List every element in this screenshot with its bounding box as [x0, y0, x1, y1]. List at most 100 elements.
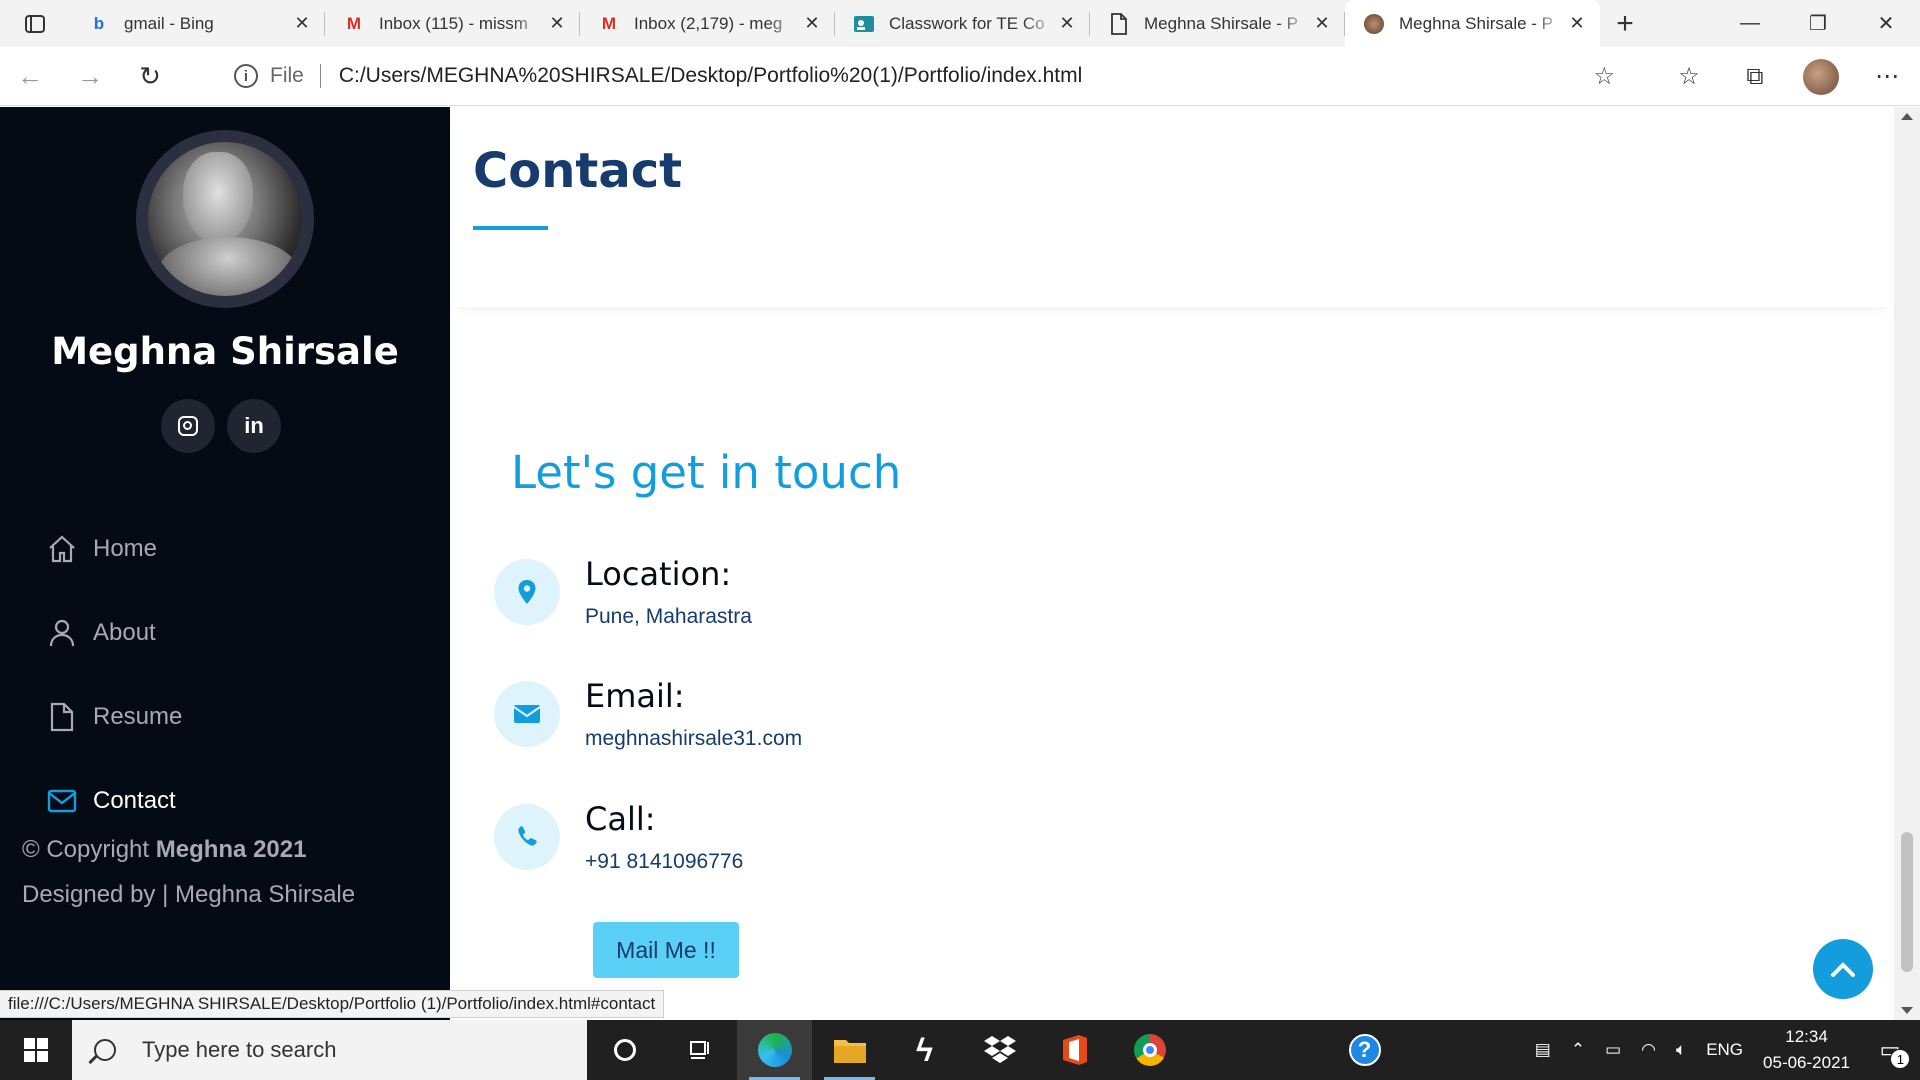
bolt-icon: ϟ [916, 1031, 933, 1068]
notification-center[interactable]: ▭ 1 [1860, 1037, 1920, 1069]
tab-portfolio-doc[interactable]: Meghna Shirsale - P ✕ [1090, 0, 1345, 47]
task-view-button[interactable] [662, 1020, 737, 1080]
sidebar-nav: Home About Resume Contact [47, 507, 182, 843]
refresh-button[interactable]: ↻ [120, 47, 180, 106]
taskbar-dropbox[interactable] [962, 1020, 1037, 1080]
volume-icon[interactable]: 🔈︎ [1666, 1040, 1696, 1060]
nav-item-home[interactable]: Home [47, 507, 182, 591]
email-value[interactable]: meghnashirsale31.com [585, 727, 802, 751]
mail-icon [494, 681, 560, 747]
nav-item-about[interactable]: About [47, 591, 182, 675]
section-title: Contact [473, 143, 683, 199]
designed-by: Designed by | Meghna Shirsale [22, 881, 356, 908]
close-window-button[interactable]: ✕ [1852, 0, 1920, 47]
notification-count: 1 [1890, 1049, 1911, 1069]
email-label: Email: [585, 677, 685, 715]
scroll-down-icon[interactable] [1901, 1007, 1913, 1014]
profile-photo [136, 130, 314, 308]
tab-actions-button[interactable] [0, 0, 70, 47]
taskbar-app-bolt[interactable]: ϟ [887, 1020, 962, 1080]
taskbar-help[interactable]: ? [1327, 1020, 1402, 1080]
close-icon[interactable]: ✕ [801, 13, 823, 34]
wifi-icon[interactable]: ◠ [1631, 1040, 1666, 1060]
tab-portfolio-active[interactable]: Meghna Shirsale - P ✕ [1345, 0, 1600, 47]
document-icon [1108, 12, 1130, 35]
tab-title: Meghna Shirsale - P [1399, 13, 1554, 33]
restore-button[interactable]: ❐ [1784, 0, 1852, 47]
news-icon[interactable]: ▤ [1525, 1040, 1561, 1060]
nav-item-resume[interactable]: Resume [47, 675, 182, 759]
scroll-thumb[interactable] [1901, 832, 1913, 972]
info-icon[interactable]: i [234, 64, 258, 88]
nav-label: About [93, 619, 156, 646]
envelope-icon [47, 786, 77, 816]
linkedin-icon: in [244, 413, 264, 438]
close-icon[interactable]: ✕ [1056, 13, 1078, 34]
close-icon[interactable]: ✕ [1311, 13, 1333, 34]
taskbar-file-explorer[interactable] [812, 1020, 887, 1080]
tab-classroom[interactable]: Classwork for TE Co ✕ [835, 0, 1090, 47]
window-controls: — ❐ ✕ [1716, 0, 1920, 47]
title-underline [473, 226, 548, 230]
user-icon [47, 618, 77, 648]
system-tray: ▤ ⌃ ▭ ◠ 🔈︎ ENG 12:34 05-06-2021 ▭ 1 [1525, 1020, 1920, 1080]
chevron-up-icon [1831, 962, 1855, 977]
bing-icon: b [93, 13, 105, 33]
favorites-icon[interactable]: ☆ [1656, 62, 1722, 91]
taskbar: Type here to search ϟ ? ▤ ⌃ ▭ ◠ 🔈︎ ENG 1… [0, 1020, 1920, 1080]
page-scrollbar[interactable] [1894, 107, 1920, 1020]
battery-icon[interactable]: ▭ [1595, 1040, 1631, 1060]
scroll-up-icon[interactable] [1901, 113, 1913, 120]
instagram-link[interactable] [161, 399, 215, 453]
profile-name: Meghna Shirsale [51, 330, 399, 373]
tab-gmail-2[interactable]: M Inbox (2,179) - meg ✕ [580, 0, 835, 47]
contact-header: Contact [450, 107, 1894, 307]
office-icon [1062, 1035, 1087, 1065]
add-favorite-icon[interactable]: ☆ [1593, 62, 1615, 91]
taskbar-edge[interactable] [737, 1020, 812, 1080]
clock-time: 12:34 [1785, 1027, 1828, 1046]
scheme-label: File [270, 64, 304, 87]
address-bar[interactable]: i File C:/Users/MEGHNA%20SHIRSALE/Deskto… [216, 54, 1631, 98]
close-icon[interactable]: ✕ [291, 13, 313, 34]
divider [319, 64, 321, 88]
cortana-button[interactable] [587, 1020, 662, 1080]
tab-gmail-1[interactable]: M Inbox (115) - missm ✕ [325, 0, 580, 47]
chrome-icon [1133, 1034, 1166, 1066]
new-tab-button[interactable]: + [1600, 0, 1650, 47]
url-text[interactable]: C:/Users/MEGHNA%20SHIRSALE/Desktop/Portf… [339, 64, 1082, 88]
tab-title: Classwork for TE Co [889, 13, 1045, 33]
linkedin-link[interactable]: in [227, 399, 281, 453]
close-icon[interactable]: ✕ [1566, 13, 1588, 34]
clock[interactable]: 12:34 05-06-2021 [1753, 1024, 1860, 1076]
tab-strip: b gmail - Bing ✕ M Inbox (115) - missm ✕… [0, 0, 1920, 47]
mail-me-button[interactable]: Mail Me !! [593, 922, 739, 978]
taskbar-chrome[interactable] [1112, 1020, 1187, 1080]
forward-button[interactable]: → [60, 47, 120, 106]
taskbar-office[interactable] [1037, 1020, 1112, 1080]
start-button[interactable] [0, 1020, 72, 1080]
search-icon [94, 1039, 116, 1061]
tab-title: Inbox (115) - missm [379, 13, 528, 33]
cortana-icon [613, 1039, 636, 1061]
address-toolbar: ← → ↻ i File C:/Users/MEGHNA%20SHIRSALE/… [0, 47, 1920, 106]
profile-avatar[interactable] [1803, 58, 1839, 95]
taskbar-search[interactable]: Type here to search [72, 1020, 587, 1080]
minimize-button[interactable]: — [1716, 0, 1784, 47]
more-menu-icon[interactable]: ⋯ [1854, 62, 1920, 91]
back-button[interactable]: ← [0, 47, 60, 106]
copyright-prefix: © Copyright [22, 836, 156, 863]
location-label: Location: [585, 555, 732, 593]
call-value[interactable]: +91 8141096776 [585, 850, 743, 874]
language-indicator[interactable]: ENG [1696, 1040, 1753, 1060]
contact-tagline: Let's get in touch [511, 446, 902, 499]
chevron-up-tray-icon[interactable]: ⌃ [1561, 1040, 1595, 1060]
instagram-icon [178, 416, 198, 436]
tab-bing[interactable]: b gmail - Bing ✕ [70, 0, 325, 47]
map-pin-icon [494, 559, 560, 625]
location-value: Pune, Maharastra [585, 605, 752, 628]
collections-icon[interactable]: ⧉ [1722, 63, 1788, 91]
close-icon[interactable]: ✕ [546, 13, 568, 34]
back-to-top-button[interactable] [1813, 939, 1873, 999]
help-icon: ? [1348, 1034, 1381, 1066]
